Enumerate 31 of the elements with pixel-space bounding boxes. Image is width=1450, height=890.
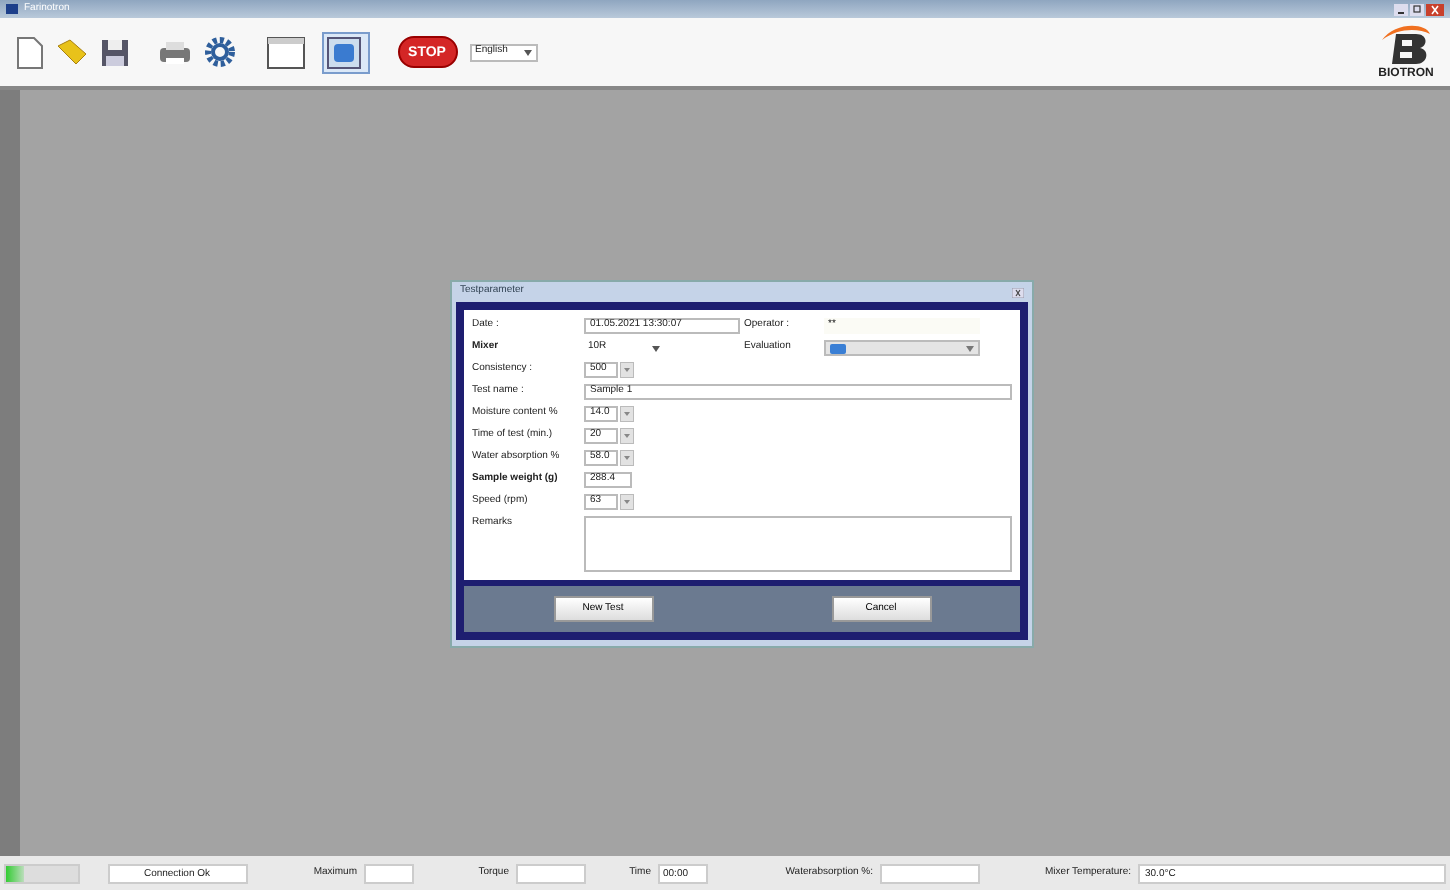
window-view-icon: [266, 35, 306, 69]
view-button[interactable]: [322, 31, 370, 73]
minimize-icon[interactable]: [1393, 3, 1407, 15]
spin-arrow-icon[interactable]: [620, 362, 634, 378]
document-icon: [16, 35, 44, 69]
spin-arrow-icon[interactable]: [620, 494, 634, 510]
save-icon: [100, 37, 130, 67]
spin-arrow-icon[interactable]: [620, 406, 634, 422]
close-icon[interactable]: [1426, 3, 1444, 15]
app-icon: [6, 4, 18, 14]
document-button[interactable]: [16, 35, 44, 69]
caret-icon: [966, 345, 974, 351]
selected-item-icon: [830, 343, 846, 353]
chart-view-icon: [326, 35, 366, 69]
spin-arrow-icon[interactable]: [620, 450, 634, 466]
maximize-icon[interactable]: [1409, 3, 1424, 15]
waterabsorption-field: [879, 863, 979, 883]
gear-button[interactable]: [203, 36, 235, 68]
caret-icon: [652, 345, 660, 351]
evaluation-dropdown[interactable]: [824, 340, 980, 356]
save-button[interactable]: [100, 37, 130, 67]
caret-icon: [523, 49, 531, 55]
remarks-field[interactable]: [584, 516, 1012, 572]
view-button[interactable]: [262, 31, 310, 73]
gear-icon: [203, 36, 235, 68]
torque-field: [515, 863, 585, 883]
spin-arrow-icon[interactable]: [620, 428, 634, 444]
close-icon[interactable]: [1012, 287, 1024, 297]
printer-icon: [157, 39, 191, 65]
printer-button[interactable]: [157, 39, 191, 65]
maximum-field: [363, 863, 413, 883]
